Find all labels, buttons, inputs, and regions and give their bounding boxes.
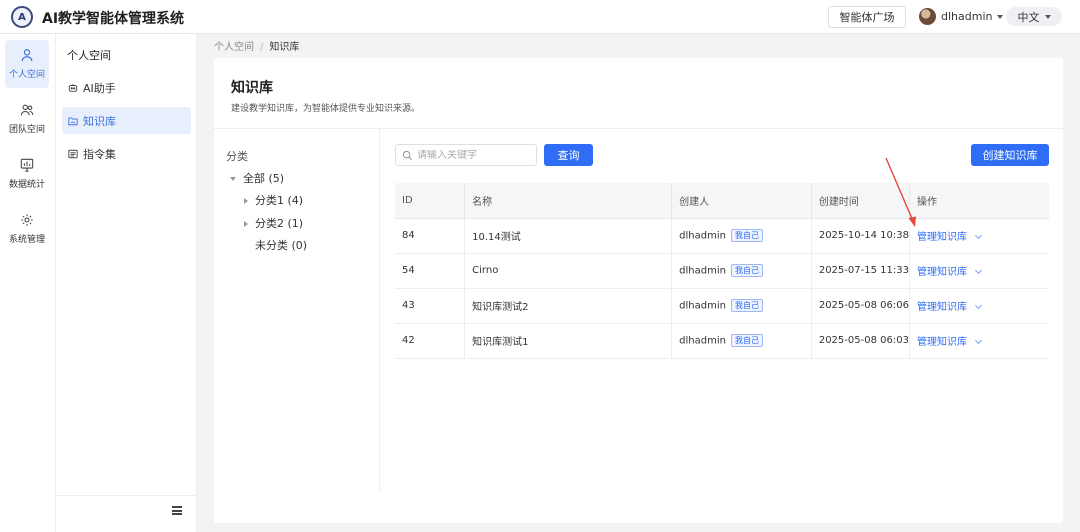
cell-name: 10.14测试 <box>464 218 673 254</box>
agent-plaza-button[interactable]: 智能体广场 <box>828 6 906 28</box>
person-icon <box>21 49 33 62</box>
tree-node-category-2[interactable]: 分类2 (1) <box>244 215 303 231</box>
page-title: 知识库 <box>231 80 273 96</box>
cell-name: 知识库测试1 <box>464 323 673 359</box>
breadcrumb: 个人空间 / 知识库 <box>214 42 300 53</box>
primary-nav-rail: 个人空间 团队空间 数据统计 系统管理 <box>0 34 56 532</box>
caret-down-icon <box>997 15 1004 19</box>
table-header-row: ID 名称 创建人 创建时间 操作 <box>395 183 1049 219</box>
cell-actions: 管理知识库 <box>909 218 1049 254</box>
cell-actions: 管理知识库 <box>909 288 1049 324</box>
cell-creator: dlhadmin 我自己 <box>671 253 812 289</box>
table-row: 84 10.14测试 dlhadmin 我自己 2025-10-14 10:38 … <box>395 218 1049 254</box>
tree-node-all[interactable]: 全部 (5) <box>230 170 284 186</box>
search-input[interactable] <box>417 149 527 161</box>
sidebar-footer <box>56 495 197 532</box>
cell-name: Cirno <box>464 253 673 289</box>
gear-icon <box>21 214 33 226</box>
column-header-id: ID <box>395 183 466 219</box>
column-header-name: 名称 <box>464 183 673 219</box>
chevron-down-icon[interactable] <box>974 336 982 345</box>
breadcrumb-parent[interactable]: 个人空间 <box>214 42 254 53</box>
team-icon <box>20 104 34 116</box>
self-badge: 我自己 <box>730 229 763 242</box>
chevron-down-icon[interactable] <box>974 266 982 275</box>
language-selector[interactable]: 中文 <box>1006 7 1062 26</box>
sidebar-item-command-set[interactable]: 指令集 <box>62 140 191 167</box>
app-logo: A <box>11 6 33 28</box>
cell-name: 知识库测试2 <box>464 288 673 324</box>
expand-right-icon[interactable] <box>244 221 248 227</box>
main-card: 知识库 建设教学知识库，为智能体提供专业知识来源。 分类 全部 (5) 分类1 … <box>214 58 1063 523</box>
user-menu[interactable]: dlhadmin <box>941 10 1004 23</box>
menu-collapse-icon[interactable] <box>172 506 182 515</box>
table-row: 54 Cirno dlhadmin 我自己 2025-07-15 11:33 管理… <box>395 253 1049 289</box>
cell-creator: dlhadmin 我自己 <box>671 288 812 324</box>
cell-created-time: 2025-05-08 06:06 <box>811 288 910 324</box>
manage-knowledge-base-link[interactable]: 管理知识库 <box>917 302 967 313</box>
rail-item-personal-space[interactable]: 个人空间 <box>5 40 49 88</box>
search-box[interactable] <box>395 144 537 166</box>
cell-id: 43 <box>395 288 466 324</box>
table-row: 43 知识库测试2 dlhadmin 我自己 2025-05-08 06:06 管… <box>395 288 1049 324</box>
sidebar-item-ai-assistant[interactable]: AI助手 <box>62 74 191 101</box>
sidebar-item-knowledge-base[interactable]: 知识库 <box>62 107 191 134</box>
self-badge: 我自己 <box>730 299 763 312</box>
sidebar-heading: 个人空间 <box>67 49 111 62</box>
cell-id: 54 <box>395 253 466 289</box>
query-button[interactable]: 查询 <box>544 144 593 166</box>
cell-actions: 管理知识库 <box>909 253 1049 289</box>
rail-item-system-admin[interactable]: 系统管理 <box>5 205 49 253</box>
robot-icon <box>68 83 78 92</box>
cell-created-time: 2025-07-15 11:33 <box>811 253 910 289</box>
expand-down-icon[interactable] <box>230 177 236 181</box>
search-icon <box>402 150 413 160</box>
rail-item-statistics[interactable]: 数据统计 <box>5 150 49 198</box>
chart-icon <box>20 158 34 172</box>
username-label: dlhadmin <box>941 10 993 23</box>
top-bar: A AI教学智能体管理系统 智能体广场 dlhadmin 中文 <box>0 0 1080 34</box>
secondary-sidebar: 个人空间 AI助手 知识库 指令集 <box>56 34 197 532</box>
expand-right-icon[interactable] <box>244 198 248 204</box>
folder-icon <box>68 117 78 125</box>
self-badge: 我自己 <box>730 334 763 347</box>
tree-node-category-1[interactable]: 分类1 (4) <box>244 192 303 208</box>
cell-actions: 管理知识库 <box>909 323 1049 359</box>
page-description: 建设教学知识库，为智能体提供专业知识来源。 <box>231 104 421 114</box>
command-icon <box>68 149 78 158</box>
manage-knowledge-base-link[interactable]: 管理知识库 <box>917 232 967 243</box>
cell-creator: dlhadmin 我自己 <box>671 323 812 359</box>
cell-id: 84 <box>395 218 466 254</box>
tree-node-uncategorized[interactable]: 未分类 (0) <box>255 237 307 253</box>
self-badge: 我自己 <box>730 264 763 277</box>
cell-created-time: 2025-05-08 06:03 <box>811 323 910 359</box>
column-header-creator: 创建人 <box>671 183 812 219</box>
manage-knowledge-base-link[interactable]: 管理知识库 <box>917 267 967 278</box>
chevron-down-icon[interactable] <box>974 231 982 240</box>
create-knowledge-base-button[interactable]: 创建知识库 <box>971 144 1049 166</box>
category-heading: 分类 <box>226 150 248 163</box>
app-title: AI教学智能体管理系统 <box>42 11 185 27</box>
annotation-arrow-icon <box>885 157 916 227</box>
cell-creator: dlhadmin 我自己 <box>671 218 812 254</box>
breadcrumb-current: 知识库 <box>269 42 300 53</box>
category-tree: 分类 全部 (5) 分类1 (4) 分类2 (1) 未分类 (0) <box>214 129 380 493</box>
knowledge-base-table: ID 名称 创建人 创建时间 操作 84 10.14测试 dlhadmin 我自己… <box>395 183 1049 359</box>
table-row: 42 知识库测试1 dlhadmin 我自己 2025-05-08 06:03 管… <box>395 323 1049 359</box>
cell-id: 42 <box>395 323 466 359</box>
rail-item-team-space[interactable]: 团队空间 <box>5 95 49 143</box>
manage-knowledge-base-link[interactable]: 管理知识库 <box>917 337 967 348</box>
caret-down-icon <box>1044 14 1051 19</box>
chevron-down-icon[interactable] <box>974 301 982 310</box>
avatar[interactable] <box>919 8 936 25</box>
column-header-actions: 操作 <box>909 183 1049 219</box>
